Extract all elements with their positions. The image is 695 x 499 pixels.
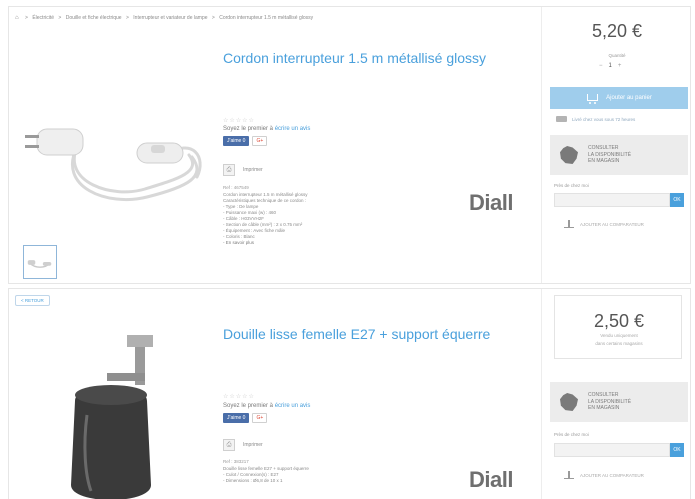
quantity-label: Quantité	[608, 53, 626, 58]
breadcrumb-item[interactable]: Interrupteur et variateur de lampe	[133, 15, 207, 21]
read-more-link[interactable]: - En savoir plus	[223, 240, 413, 246]
brand-logo: Diall	[469, 467, 513, 492]
purchase-sidebar: 5,20 € Quantité − 1 + Ajouter au panier …	[541, 7, 691, 283]
product-reference: Ref : 383217	[223, 459, 249, 464]
store-availability-label: CONSULTER LA DISPONIBILITÉ EN MAGASIN	[588, 145, 632, 165]
quantity-increase-button[interactable]: +	[618, 63, 622, 69]
add-to-cart-button[interactable]: Ajouter au panier	[550, 87, 688, 109]
print-icon[interactable]: ⎙	[223, 439, 235, 451]
facebook-like-button[interactable]: J'aime 0	[223, 413, 250, 423]
breadcrumb-current: Cordon interrupteur 1.5 m métallisé glos…	[219, 15, 314, 21]
product-image-cordon[interactable]	[17, 37, 217, 237]
print-label[interactable]: Imprimer	[243, 442, 263, 448]
back-button[interactable]: < RETOUR	[15, 295, 50, 306]
product-thumbnail[interactable]	[23, 245, 57, 279]
store-availability-label: CONSULTER LA DISPONIBILITÉ EN MAGASIN	[588, 392, 632, 412]
write-review-link[interactable]: écrire un avis	[275, 403, 311, 409]
truck-icon	[556, 116, 567, 122]
social-buttons: J'aime 0 G+	[223, 413, 268, 423]
print-action[interactable]: ⎙ Imprimer	[223, 164, 263, 176]
delivery-info: Livré chez vous sous 72 heures	[556, 116, 635, 122]
quantity-input[interactable]: 1	[609, 63, 612, 69]
purchase-sidebar: 2,50 € Vendu uniquement dans certains ma…	[541, 289, 691, 499]
facebook-like-button[interactable]: J'aime 0	[223, 136, 250, 146]
google-plus-button[interactable]: G+	[252, 136, 268, 146]
rating-stars: ☆☆☆☆☆	[223, 118, 255, 124]
breadcrumb-item[interactable]: Douille et fiche électrique	[66, 15, 122, 21]
product-image-douille[interactable]	[17, 315, 217, 499]
store-only-notice: Vendu uniquement dans certains magasins	[595, 333, 643, 346]
home-icon[interactable]: ⌂	[15, 15, 19, 21]
product-title: Douille lisse femelle E27 + support éque…	[223, 326, 491, 342]
near-me-label: Près de chez moi	[554, 183, 589, 188]
product-price: 5,20 €	[591, 21, 643, 41]
add-to-compare-button[interactable]: AJOUTER AU COMPARATEUR	[564, 471, 644, 479]
quantity-decrease-button[interactable]: −	[599, 63, 603, 69]
product-title: Cordon interrupteur 1.5 m métallisé glos…	[223, 50, 487, 66]
product-description: Cordon interrupteur 1.5 m métallisé glos…	[223, 192, 413, 246]
near-me-search: OK	[554, 193, 684, 207]
price-box: 2,50 € Vendu uniquement dans certains ma…	[554, 295, 682, 359]
add-to-compare-button[interactable]: AJOUTER AU COMPARATEUR	[564, 220, 644, 228]
product-reference: Ref : 467549	[223, 185, 249, 190]
product-card-douille: < RETOUR Douille lisse femelle E27 + sup…	[8, 288, 691, 499]
review-prompt: Soyez le premier à écrire un avis	[223, 126, 311, 132]
compare-scale-icon	[564, 220, 574, 228]
quantity-stepper: − 1 +	[599, 63, 621, 69]
compare-scale-icon	[564, 471, 574, 479]
google-plus-button[interactable]: G+	[252, 413, 268, 423]
print-action[interactable]: ⎙ Imprimer	[223, 439, 263, 451]
near-me-ok-button[interactable]: OK	[670, 193, 684, 207]
print-label[interactable]: Imprimer	[243, 167, 263, 173]
near-me-ok-button[interactable]: OK	[670, 443, 684, 457]
check-store-availability-button[interactable]: CONSULTER LA DISPONIBILITÉ EN MAGASIN	[550, 382, 688, 422]
rating-stars: ☆☆☆☆☆	[223, 394, 255, 400]
brand-logo: Diall	[469, 190, 513, 215]
social-buttons: J'aime 0 G+	[223, 136, 268, 146]
print-icon[interactable]: ⎙	[223, 164, 235, 176]
product-card-cordon: ⌂ > Électricité > Douille et fiche élect…	[8, 6, 691, 284]
cart-icon	[586, 93, 599, 104]
near-me-search: OK	[554, 443, 684, 457]
write-review-link[interactable]: écrire un avis	[275, 126, 311, 132]
france-map-icon	[560, 146, 578, 164]
near-me-label: Près de chez moi	[554, 432, 589, 437]
add-to-cart-label: Ajouter au panier	[606, 95, 652, 101]
near-me-input[interactable]	[554, 193, 670, 207]
product-price: 2,50 €	[593, 311, 645, 331]
product-description: Douille lisse femelle E27 + support éque…	[223, 466, 309, 483]
near-me-input[interactable]	[554, 443, 670, 457]
check-store-availability-button[interactable]: CONSULTER LA DISPONIBILITÉ EN MAGASIN	[550, 135, 688, 175]
review-prompt: Soyez le premier à écrire un avis	[223, 403, 311, 409]
france-map-icon	[560, 393, 578, 411]
breadcrumb: ⌂ > Électricité > Douille et fiche élect…	[15, 15, 314, 21]
breadcrumb-item[interactable]: Électricité	[32, 15, 54, 21]
